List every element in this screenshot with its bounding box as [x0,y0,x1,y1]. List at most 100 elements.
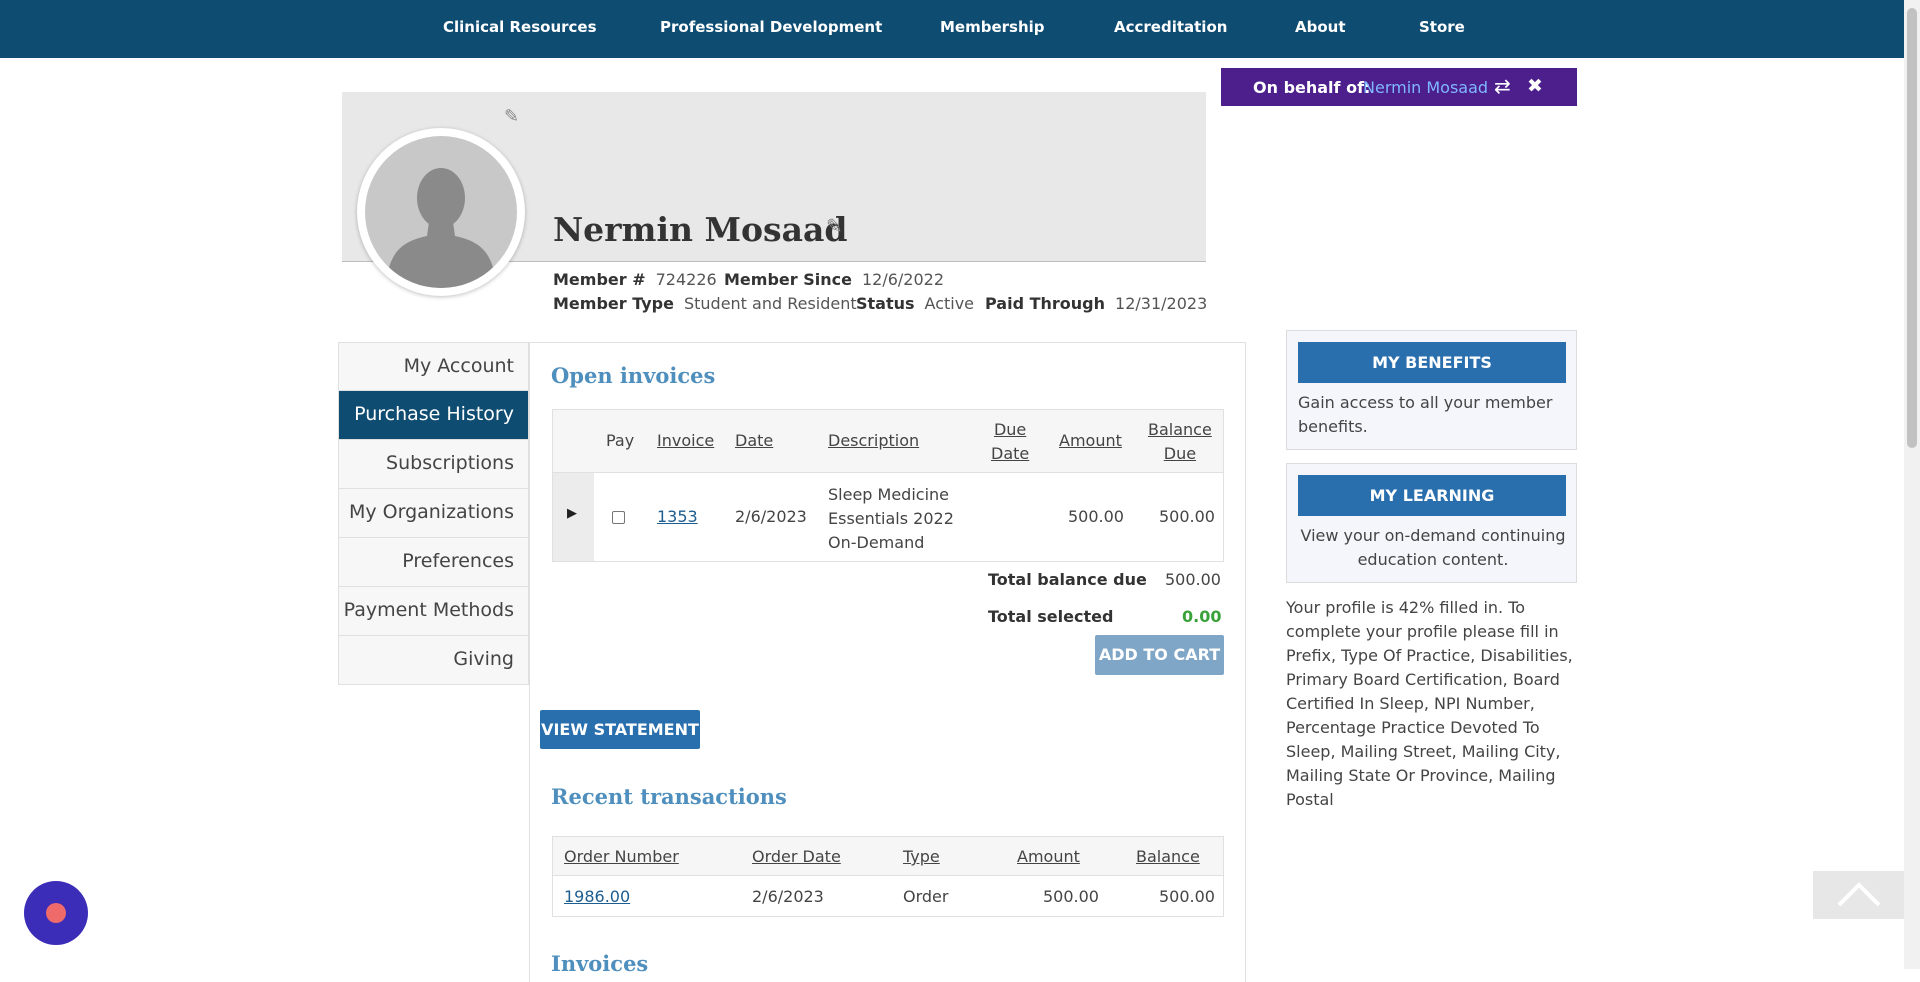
account-side-menu: My Account Purchase History Subscription… [338,342,529,685]
recent-transactions-table: Order Number Order Date Type Amount Bala… [552,836,1224,917]
table-row: 1986.00 2/6/2023 Order 500.00 500.00 [553,876,1223,916]
profile-name: Nermin Mosaad [553,210,848,249]
order-amount: 500.00 [1043,887,1099,906]
nav-professional-development[interactable]: Professional Development [660,18,882,36]
col-balance[interactable]: Balance [1136,847,1200,866]
banner-edit-icon[interactable]: ✎ [504,106,519,127]
chat-launcher-button[interactable] [24,881,88,945]
pay-checkbox[interactable] [612,511,625,524]
my-learning-button[interactable]: MY LEARNING [1298,475,1566,516]
back-to-top-button[interactable] [1813,871,1904,919]
nav-store[interactable]: Store [1419,18,1465,36]
member-type-value: Student and Resident [683,294,857,313]
order-number-link[interactable]: 1986.00 [564,887,630,906]
recent-transactions-header: Order Number Order Date Type Amount Bala… [553,837,1223,876]
add-to-cart-button[interactable]: ADD TO CART [1095,635,1224,675]
col-amount-tx[interactable]: Amount [1017,847,1080,866]
row-expander[interactable]: ▶ [553,473,594,561]
on-behalf-name-link[interactable]: Nermin Mosaad [1363,78,1488,97]
table-row: ▶ 1353 2/6/2023 Sleep Medicine Essential… [553,473,1223,561]
col-due-date-line2: Date [991,444,1030,463]
col-order-number[interactable]: Order Number [564,847,679,866]
col-balance-label: Balance [1136,847,1200,866]
col-invoice[interactable]: Invoice [657,431,714,450]
paid-through-label: Paid Through [985,294,1106,313]
total-balance-label: Total balance due [988,570,1147,589]
page-scrollbar[interactable] [1904,0,1920,969]
col-balance-due-line2: Due [1163,444,1197,463]
member-since: Member Since 12/6/2022 [724,270,944,289]
view-statement-button[interactable]: VIEW STATEMENT [540,710,700,749]
on-behalf-bar: On behalf of: Nermin Mosaad ⇄ ✖ [1221,68,1577,106]
avatar-placeholder-icon [365,136,517,288]
nav-membership[interactable]: Membership [940,18,1045,36]
nav-about[interactable]: About [1295,18,1346,36]
invoice-description-line2: Essentials 2022 [828,509,954,528]
name-edit-icon[interactable]: ✎ [826,214,843,238]
status-value: Active [924,294,975,313]
benefits-text: Gain access to all your member benefits. [1298,393,1553,436]
nav-clinical-resources[interactable]: Clinical Resources [443,18,597,36]
profile-completion-note: Your profile is 42% filled in. To comple… [1286,598,1573,809]
member-number: Member # 724226 [553,270,717,289]
invoice-date: 2/6/2023 [735,507,807,526]
col-order-date[interactable]: Order Date [752,847,841,866]
col-balance-due[interactable]: Balance Due [1148,418,1212,466]
avatar[interactable] [357,128,525,296]
member-since-label: Member Since [724,270,852,289]
col-order-number-label: Order Number [564,847,679,866]
col-amount-label: Amount [1059,431,1122,450]
swap-icon[interactable]: ⇄ [1494,74,1511,98]
expand-triangle-icon[interactable]: ▶ [567,506,577,521]
sidebar-item-payment-methods[interactable]: Payment Methods [338,587,529,636]
invoice-amount: 500.00 [1068,507,1124,526]
benefits-card: MY BENEFITS Gain access to all your memb… [1286,330,1577,450]
chat-dot-icon [46,903,66,923]
col-order-date-label: Order Date [752,847,841,866]
order-type: Order [903,887,949,906]
member-type: Member Type Student and Resident [553,294,857,313]
member-type-label: Member Type [553,294,674,313]
col-amount-tx-label: Amount [1017,847,1080,866]
member-number-value: 724226 [655,270,717,289]
chevron-up-icon [1837,882,1881,907]
paid-through-value: 12/31/2023 [1115,294,1208,313]
sidebar-item-my-account[interactable]: My Account [338,342,529,391]
scrollbar-thumb[interactable] [1907,8,1917,448]
close-icon[interactable]: ✖ [1527,75,1543,97]
sidebar-item-giving[interactable]: Giving [338,636,529,685]
col-due-date[interactable]: Due Date [991,418,1029,466]
col-date[interactable]: Date [735,431,773,450]
learning-text: View your on-demand continuing education… [1300,526,1566,569]
col-amount[interactable]: Amount [1059,431,1122,450]
nav-accreditation[interactable]: Accreditation [1114,18,1227,36]
total-selected-value: 0.00 [1182,607,1222,626]
invoice-description-line1: Sleep Medicine [828,485,950,504]
invoice-link[interactable]: 1353 [657,507,698,526]
col-balance-due-line1: Balance [1148,420,1212,439]
open-invoices-title: Open invoices [551,363,716,388]
learning-card: MY LEARNING View your on-demand continui… [1286,463,1577,583]
col-due-date-line1: Due [993,420,1027,439]
col-type[interactable]: Type [903,847,940,866]
total-balance-value: 500.00 [1165,570,1221,589]
my-benefits-button[interactable]: MY BENEFITS [1298,342,1566,383]
sidebar-item-subscriptions[interactable]: Subscriptions [338,440,529,489]
col-invoice-label: Invoice [657,431,715,450]
order-date: 2/6/2023 [752,887,824,906]
col-type-label: Type [903,847,940,866]
invoice-description-line3: On-Demand [828,533,925,552]
col-pay: Pay [606,431,635,450]
invoice-number-cell: 1353 [657,507,698,526]
member-since-value: 12/6/2022 [861,270,944,289]
total-selected-label: Total selected [988,607,1114,626]
paid-through: Paid Through 12/31/2023 [985,294,1207,313]
col-description-label: Description [828,431,920,450]
sidebar-item-purchase-history[interactable]: Purchase History [338,391,529,440]
sidebar-item-my-organizations[interactable]: My Organizations [338,489,529,538]
member-number-label: Member # [553,270,646,289]
col-description[interactable]: Description [828,431,919,450]
invoice-balance-due: 500.00 [1159,507,1215,526]
sidebar-item-preferences[interactable]: Preferences [338,538,529,587]
recent-transactions-title: Recent transactions [551,784,787,809]
